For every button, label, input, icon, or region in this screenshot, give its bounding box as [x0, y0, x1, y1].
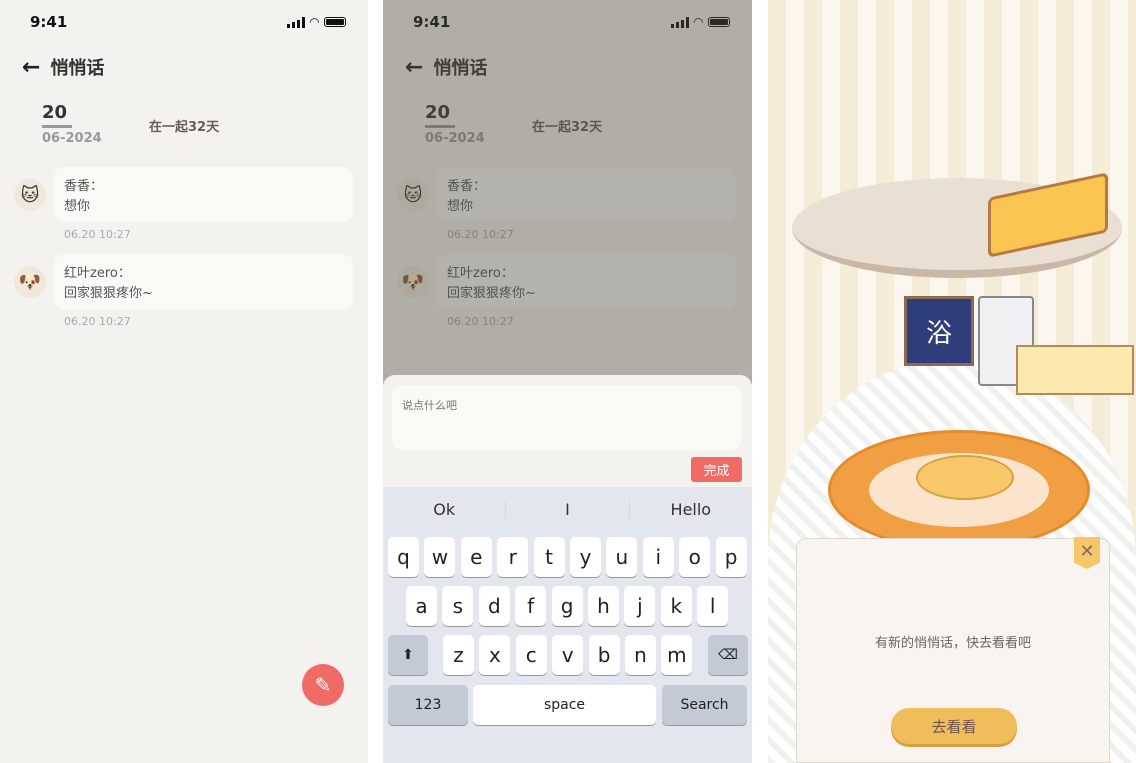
suggestion-bar: Ok I Hello	[383, 487, 752, 531]
message-time: 06.20 10:27	[64, 315, 131, 328]
key-a[interactable]: a	[406, 586, 437, 626]
avatar: 🐱	[14, 179, 46, 211]
key-f[interactable]: f	[515, 586, 547, 626]
key-i[interactable]: i	[642, 537, 674, 577]
notification-popup: ✕ 有新的悄悄话，快去看看吧 去看看	[796, 537, 1110, 763]
message-bubble: 红叶zero： 回家狠狠疼你~	[54, 254, 353, 309]
list-item: 🐱 香香： 想你 06.20 10:27	[14, 167, 354, 242]
suggestion[interactable]: Hello	[630, 500, 752, 519]
together-days: 在一起32天	[149, 120, 220, 135]
kitchen-counter	[1016, 345, 1134, 395]
key-q[interactable]: q	[388, 537, 419, 577]
suggestion[interactable]: I	[506, 499, 630, 519]
key-w[interactable]: w	[424, 537, 456, 577]
page-title: 悄悄话	[50, 58, 105, 79]
message-sender: 红叶zero：	[64, 266, 131, 281]
door-sign: 浴	[925, 318, 952, 349]
done-button[interactable]: 完成	[691, 457, 742, 482]
message-text: 回家狠狠疼你~	[64, 286, 153, 301]
key-t[interactable]: t	[533, 537, 565, 577]
message-time: 06.20 10:27	[64, 228, 131, 241]
message-bubble: 香香： 想你	[54, 167, 353, 222]
key-x[interactable]: x	[479, 635, 511, 675]
compose-screen: 9:41 ◠ ← 悄悄话 20 06-2024 在一起32天 🐱 香香： 想你 06.20 …	[383, 0, 752, 763]
whisper-screen: 9:41 ◠ ← 悄悄话 20 06-2024 在一起32天 🐱 香香： 想你 06.…	[0, 0, 368, 763]
backspace-icon: ⌫	[718, 647, 738, 663]
key-y[interactable]: y	[570, 537, 601, 577]
status-bar: 9:41 ◠	[30, 12, 346, 32]
status-time: 9:41	[30, 13, 68, 31]
date-day: 20	[42, 102, 72, 128]
key-o[interactable]: o	[679, 537, 711, 577]
avatar: 🐶	[14, 266, 46, 298]
key-u[interactable]: u	[606, 537, 638, 577]
battery-icon	[324, 17, 346, 27]
shift-key[interactable]: ⬆	[388, 635, 428, 675]
wifi-icon: ◠	[309, 15, 319, 29]
backspace-key[interactable]: ⌫	[708, 635, 748, 675]
back-button[interactable]: ←	[22, 55, 40, 80]
key-e[interactable]: e	[460, 537, 492, 577]
message-sender: 香香：	[64, 179, 104, 194]
compose-button[interactable]: ✎	[302, 664, 344, 706]
pencil-icon: ✎	[314, 673, 332, 697]
key-k[interactable]: k	[660, 586, 692, 626]
key-c[interactable]: c	[515, 635, 547, 675]
key-h[interactable]: h	[588, 586, 619, 626]
list-item: 🐶 红叶zero： 回家狠狠疼你~ 06.20 10:27	[14, 254, 354, 329]
room-screen: 浴 ✕ 有新的悄悄话，快去看看吧 去看看	[768, 0, 1136, 763]
key-n[interactable]: n	[625, 635, 656, 675]
key-r[interactable]: r	[497, 537, 529, 577]
date-display: 20 06-2024	[42, 102, 102, 146]
key-m[interactable]: m	[661, 635, 693, 675]
table-illustration	[916, 455, 1014, 500]
close-button[interactable]: ✕	[1074, 537, 1100, 569]
bathroom-door[interactable]: 浴	[904, 296, 974, 366]
go-see-button[interactable]: 去看看	[891, 708, 1017, 744]
key-j[interactable]: j	[624, 586, 656, 626]
search-key[interactable]: Search	[662, 685, 747, 725]
key-l[interactable]: l	[697, 586, 729, 626]
key-b[interactable]: b	[588, 635, 620, 675]
key-v[interactable]: v	[552, 635, 584, 675]
key-d[interactable]: d	[478, 586, 510, 626]
close-icon: ✕	[1079, 540, 1095, 562]
key-p[interactable]: p	[715, 537, 747, 577]
space-key[interactable]: space	[473, 685, 656, 725]
shift-icon: ⬆	[402, 647, 414, 663]
key-z[interactable]: z	[443, 635, 474, 675]
message-input[interactable]	[392, 385, 742, 450]
keyboard: Ok I Hello qwertyuiop asdfghjkl ⬆ ⌫ zxcv…	[383, 487, 752, 763]
popup-message: 有新的悄悄话，快去看看吧	[874, 636, 1031, 651]
compose-sheet: 完成 Ok I Hello qwertyuiop asdfghjkl ⬆ ⌫ z…	[383, 375, 752, 763]
numbers-key[interactable]: 123	[388, 685, 468, 725]
date-month-year: 06-2024	[42, 131, 102, 146]
key-s[interactable]: s	[442, 586, 474, 626]
key-g[interactable]: g	[551, 586, 583, 626]
suggestion[interactable]: Ok	[383, 499, 507, 519]
signal-icon	[286, 16, 305, 28]
message-text: 想你	[64, 199, 91, 214]
